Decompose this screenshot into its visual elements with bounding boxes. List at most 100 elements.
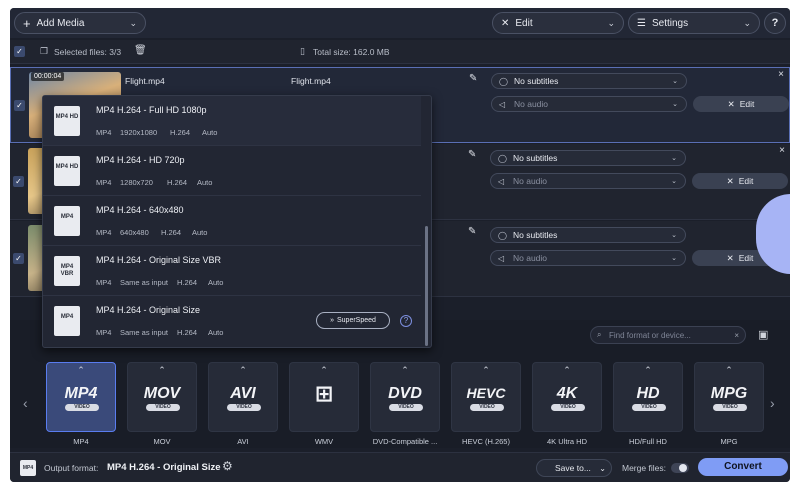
merge-files-toggle[interactable] bbox=[671, 463, 689, 473]
format-tile-dvd[interactable]: ⌃ DVD VIDEO bbox=[370, 362, 440, 432]
select-all-checkbox[interactable]: ✓ bbox=[14, 46, 25, 57]
chevron-down-icon: ⌄ bbox=[671, 255, 677, 262]
format-tile-hevc[interactable]: ⌃ HEVC VIDEO bbox=[451, 362, 521, 432]
scroll-left-arrow[interactable]: ‹ bbox=[23, 395, 28, 411]
clear-icon[interactable]: × bbox=[734, 331, 739, 340]
chevron-down-icon: ⌄ bbox=[599, 463, 606, 473]
subtitles-select[interactable]: ◯ No subtitles ⌄ bbox=[490, 227, 686, 243]
superspeed-label: SuperSpeed bbox=[336, 317, 376, 324]
chevron-up-icon: ⌃ bbox=[644, 365, 652, 375]
format-tile-hd[interactable]: ⌃ HD VIDEO bbox=[613, 362, 683, 432]
format-tile-wmv[interactable]: ⌃ ⊞ bbox=[289, 362, 359, 432]
selection-bar: ✓ ❐ Selected files: 3/3 🗑 ▯ Total size: … bbox=[10, 40, 790, 64]
pencil-icon[interactable]: ✎ bbox=[469, 73, 477, 84]
preset-container: MP4 bbox=[96, 128, 112, 137]
format-search-input[interactable]: ⌕ Find format or device... × bbox=[590, 326, 746, 344]
video-badge: VIDEO bbox=[632, 404, 666, 411]
video-badge: VIDEO bbox=[713, 404, 747, 411]
audio-select[interactable]: ◁ No audio ⌄ bbox=[490, 173, 686, 189]
format-tile-avi[interactable]: ⌃ AVI VIDEO bbox=[208, 362, 278, 432]
format-logo: MOV bbox=[143, 385, 181, 402]
preset-container: MP4 bbox=[96, 328, 112, 337]
convert-button[interactable]: Convert bbox=[698, 458, 788, 476]
close-icon[interactable]: × bbox=[778, 69, 784, 80]
format-tile-4k[interactable]: ⌃ 4K VIDEO bbox=[532, 362, 602, 432]
output-format-label: Output format: bbox=[44, 463, 99, 473]
preset-item[interactable]: MP4 MP4 H.264 - Original Size MP4 Same a… bbox=[43, 296, 421, 346]
file-checkbox[interactable]: ✓ bbox=[14, 100, 25, 111]
settings-label: Settings bbox=[651, 17, 689, 29]
format-logo: MP4 bbox=[64, 385, 98, 402]
trash-icon[interactable]: 🗑 bbox=[134, 45, 147, 56]
preset-codec: H.264 bbox=[170, 128, 191, 137]
video-badge: VIDEO bbox=[227, 404, 261, 411]
windows-logo-icon: ⊞ bbox=[314, 381, 334, 406]
tools-icon: ✕ bbox=[501, 17, 510, 29]
subtitles-value: No subtitles bbox=[513, 153, 558, 163]
edit-menu-button[interactable]: ✕ Edit ⌄ bbox=[492, 12, 624, 34]
add-media-button[interactable]: + Add Media ⌄ bbox=[14, 12, 146, 34]
dropdown-scrollbar[interactable] bbox=[425, 226, 428, 346]
total-size: Total size: 162.0 MB bbox=[313, 47, 390, 57]
chevron-up-icon: ⌃ bbox=[563, 365, 571, 375]
chevron-down-icon: ⌄ bbox=[607, 17, 615, 28]
format-tile-mpg[interactable]: ⌃ MPG VIDEO bbox=[694, 362, 764, 432]
preset-item[interactable]: MP4 MP4 H.264 - 640x480 MP4 640x480 H.26… bbox=[43, 196, 421, 246]
subtitles-select[interactable]: ◯ No subtitles ⌄ bbox=[490, 150, 686, 166]
format-logo: DVD bbox=[388, 385, 422, 402]
scroll-right-arrow[interactable]: › bbox=[770, 395, 775, 411]
pencil-icon[interactable]: ✎ bbox=[468, 149, 476, 160]
chevron-up-icon: ⌃ bbox=[482, 365, 490, 375]
file-checkbox[interactable]: ✓ bbox=[13, 253, 24, 264]
format-logo: MPG bbox=[710, 385, 748, 402]
gear-icon[interactable]: ⚙ bbox=[222, 459, 233, 473]
output-format-value[interactable]: MP4 H.264 - Original Size bbox=[107, 462, 221, 473]
preset-bitrate: Auto bbox=[202, 128, 218, 137]
preset-codec: H.264 bbox=[177, 278, 198, 287]
format-label: HD/Full HD bbox=[629, 437, 667, 446]
edit-file-button[interactable]: ✕ Edit bbox=[692, 173, 788, 189]
duration-badge: 00:00:04 bbox=[31, 72, 65, 81]
preset-item[interactable]: MP4 VBR MP4 H.264 - Original Size VBR MP… bbox=[43, 246, 421, 296]
audio-select[interactable]: ◁ No audio ⌄ bbox=[491, 96, 687, 112]
subtitles-select[interactable]: ◯ No subtitles ⌄ bbox=[491, 73, 687, 89]
audio-value: No audio bbox=[513, 253, 548, 263]
settings-button[interactable]: ☰ Settings ⌄ bbox=[628, 12, 760, 34]
audio-value: No audio bbox=[514, 99, 549, 109]
pencil-icon[interactable]: ✎ bbox=[468, 226, 476, 237]
preset-bitrate: Auto bbox=[192, 228, 208, 237]
format-logo: 4K bbox=[556, 385, 578, 402]
output-file-name[interactable]: Flight.mp4 bbox=[291, 76, 331, 86]
preset-title: MP4 H.264 - Original Size VBR bbox=[96, 255, 222, 265]
preset-resolution: 640x480 bbox=[120, 228, 149, 237]
chevron-up-icon: ⌃ bbox=[725, 365, 733, 375]
format-tile-mov[interactable]: ⌃ MOV VIDEO bbox=[127, 362, 197, 432]
preset-item[interactable]: MP4 HD MP4 H.264 - Full HD 1080p MP4 192… bbox=[43, 96, 421, 146]
preset-container: MP4 bbox=[96, 178, 112, 187]
edit-file-label: Edit bbox=[738, 176, 754, 186]
save-to-button[interactable]: Save to... ⌄ bbox=[536, 459, 612, 477]
file-name: Flight.mp4 bbox=[125, 76, 165, 86]
preset-title: MP4 H.264 - HD 720p bbox=[96, 155, 185, 165]
audio-select[interactable]: ◁ No audio ⌄ bbox=[490, 250, 686, 266]
edit-file-button[interactable]: ✕ Edit bbox=[693, 96, 789, 112]
preset-codec: H.264 bbox=[167, 178, 188, 187]
tools-icon: ✕ bbox=[726, 175, 734, 186]
chevron-down-icon: ⌄ bbox=[129, 17, 137, 28]
preset-item[interactable]: MP4 HD MP4 H.264 - HD 720p MP4 1280x720 … bbox=[43, 146, 421, 196]
plus-icon: + bbox=[23, 15, 31, 31]
device-icon[interactable]: ▣ bbox=[758, 328, 768, 341]
superspeed-button[interactable]: » SuperSpeed bbox=[316, 312, 390, 329]
close-icon[interactable]: × bbox=[779, 145, 785, 156]
format-tile-mp4[interactable]: ⌃ MP4 VIDEO bbox=[46, 362, 116, 432]
superspeed-help-icon[interactable]: ? bbox=[400, 315, 412, 327]
subtitles-value: No subtitles bbox=[514, 76, 559, 86]
file-checkbox[interactable]: ✓ bbox=[13, 176, 24, 187]
help-button[interactable]: ? bbox=[764, 12, 786, 34]
bottom-bar: MP4 Output format: MP4 H.264 - Original … bbox=[10, 452, 790, 482]
chevron-down-icon: ⌄ bbox=[671, 232, 677, 239]
video-badge: VIDEO bbox=[65, 404, 99, 411]
preset-resolution: 1280x720 bbox=[120, 178, 153, 187]
format-label: MP4 bbox=[73, 437, 89, 446]
add-media-label: Add Media bbox=[36, 17, 85, 29]
